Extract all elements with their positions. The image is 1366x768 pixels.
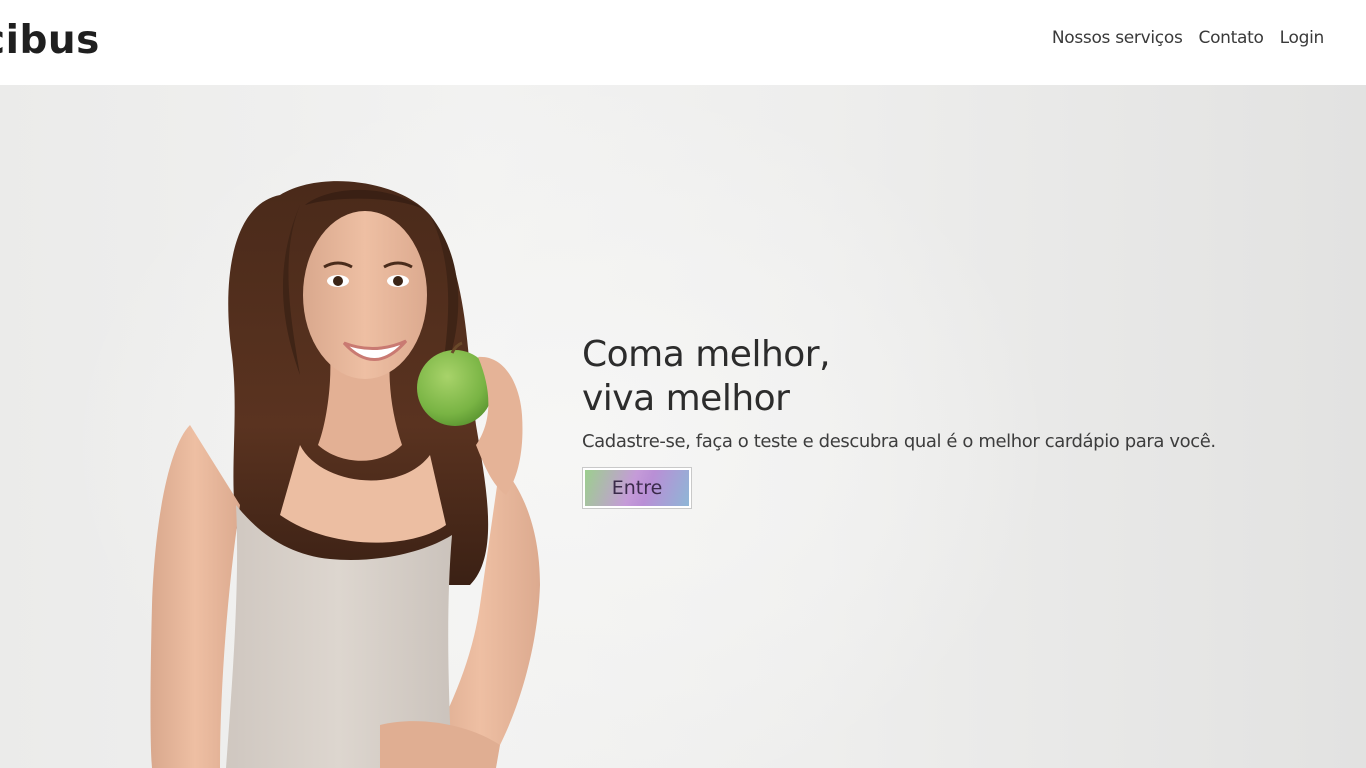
hero-section: Coma melhor, viva melhor Cadastre-se, fa…	[0, 85, 1366, 768]
hero-headline: Coma melhor, viva melhor	[582, 333, 1216, 421]
hero-subtitle: Cadastre-se, faça o teste e descubra qua…	[582, 431, 1216, 452]
main-nav: Nossos serviços Contato Login	[1052, 28, 1324, 48]
entre-button[interactable]: Entre	[582, 467, 692, 509]
site-header: cibus Nossos serviços Contato Login	[0, 0, 1366, 85]
nav-link-nossos-servicos[interactable]: Nossos serviços	[1052, 28, 1183, 48]
nav-link-contato[interactable]: Contato	[1199, 28, 1264, 48]
hero-text: Coma melhor, viva melhor Cadastre-se, fa…	[582, 333, 1216, 509]
hero-headline-line1: Coma melhor,	[582, 334, 831, 375]
hero-photo-woman-with-apple	[150, 181, 540, 768]
nav-link-login[interactable]: Login	[1280, 28, 1325, 48]
hero-headline-line2: viva melhor	[582, 378, 790, 419]
logo[interactable]: cibus	[0, 14, 100, 68]
